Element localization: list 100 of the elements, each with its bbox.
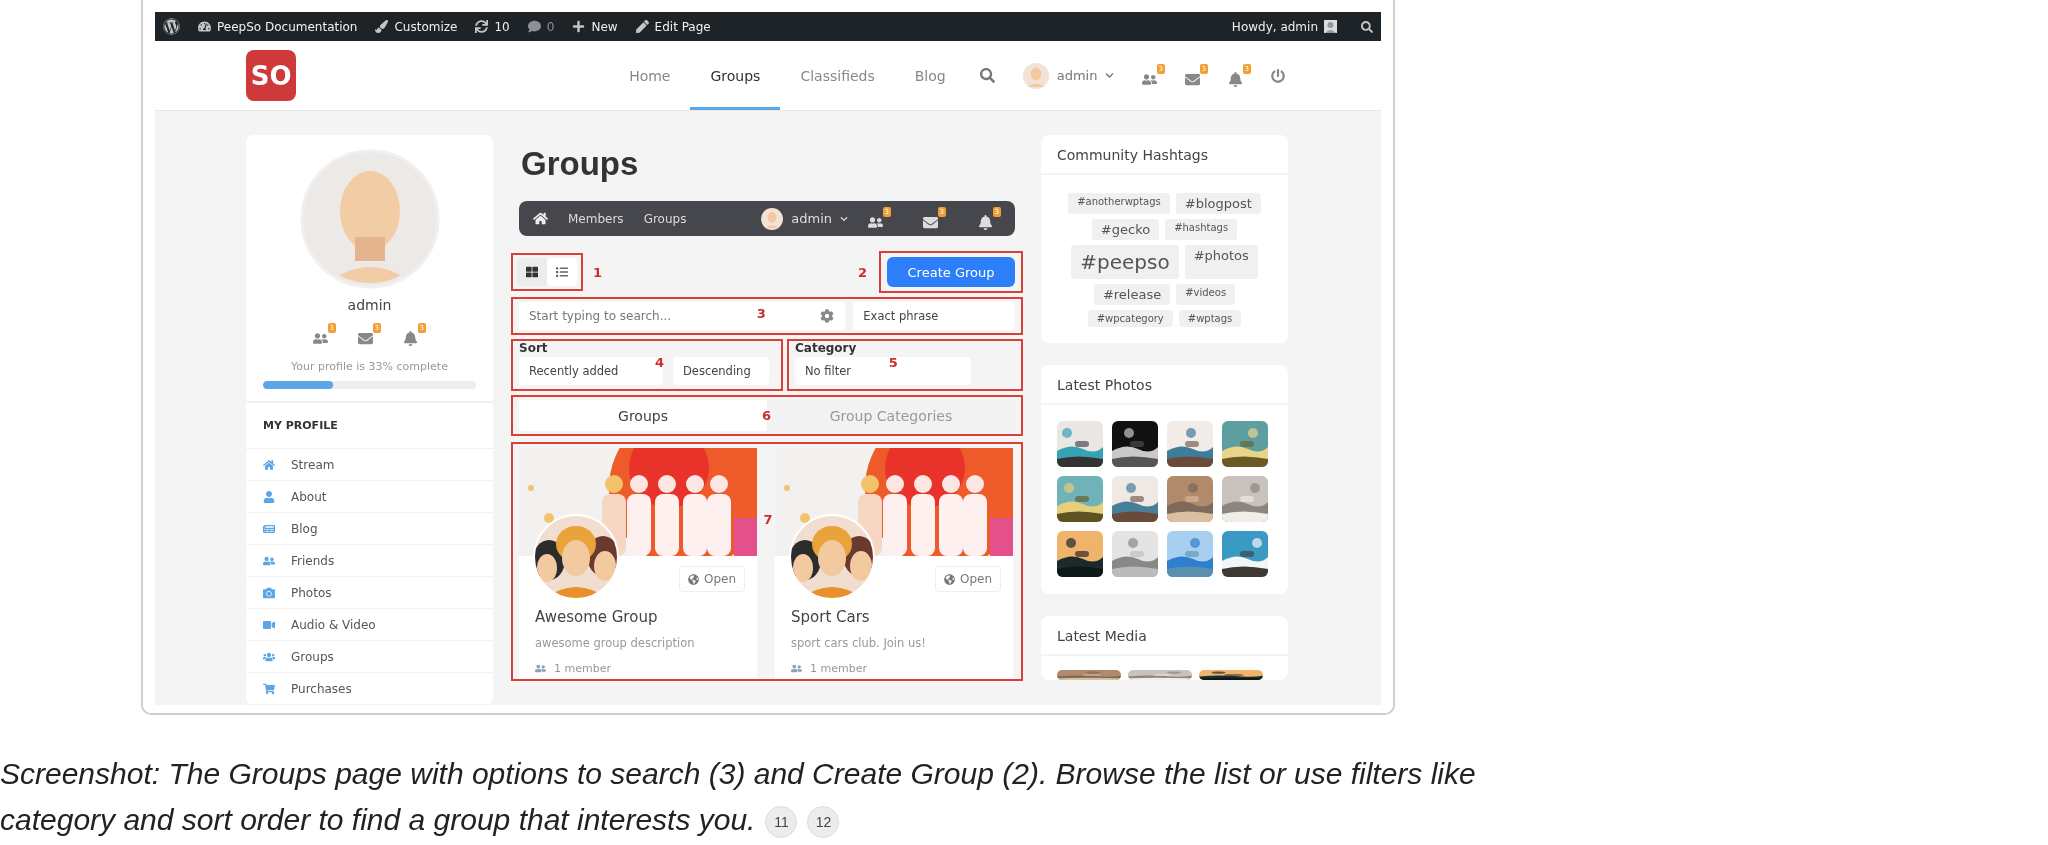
members-icon — [791, 663, 802, 674]
footnote-link[interactable]: 12 — [807, 806, 840, 839]
nav-link[interactable]: Members — [568, 211, 624, 226]
logo[interactable]: SO — [246, 50, 297, 101]
hashtag[interactable]: #videos — [1176, 284, 1236, 305]
nav-link[interactable]: Blog — [894, 41, 966, 110]
nav-link[interactable]: Classifieds — [780, 41, 895, 110]
bell-icon[interactable] — [403, 331, 418, 346]
user-icon — [263, 490, 275, 503]
admin-bar-link[interactable]: Edit Page — [654, 19, 711, 34]
card-title: Community Hashtags — [1041, 135, 1288, 175]
search-icon[interactable] — [1361, 20, 1373, 33]
caption: Screenshot: The Groups page with options to search (3) and Create Group (2). Browse the list or use filters like category and sort order to find a group that interests you. 11 12 — [0, 751, 1500, 843]
category-label: Category — [795, 341, 858, 355]
video-icon — [263, 618, 275, 631]
annotation-number: 7 — [763, 512, 773, 528]
member-count: 1 member — [810, 662, 867, 675]
annotation-number: 1 — [593, 264, 603, 280]
refresh-icon[interactable] — [475, 20, 489, 33]
annotation-number: 5 — [888, 355, 898, 371]
list-icon[interactable] — [547, 258, 577, 286]
members-icon — [535, 663, 546, 674]
friends-icon — [263, 554, 275, 567]
hashtag[interactable]: #wpcategory — [1087, 310, 1173, 327]
settings-icon — [819, 309, 834, 323]
nav-link[interactable]: Groups — [643, 211, 687, 226]
hashtag[interactable]: #release — [1093, 284, 1171, 305]
home-icon — [263, 458, 275, 471]
envelope-icon[interactable] — [358, 331, 373, 346]
admin-bar-link[interactable]: 10 — [494, 19, 510, 34]
greeting-link[interactable]: Howdy, admin — [1231, 19, 1318, 34]
pen-icon[interactable] — [635, 20, 649, 33]
hashtag[interactable]: #wptags — [1178, 310, 1242, 327]
settings-button[interactable] — [808, 302, 846, 330]
menu-item[interactable]: Friends — [246, 545, 493, 577]
user-menu[interactable]: admin — [1022, 62, 1115, 89]
friends-icon[interactable] — [1142, 72, 1157, 87]
avatar-icon — [299, 149, 440, 289]
bell-icon[interactable] — [978, 215, 993, 230]
envelope-icon[interactable] — [1185, 72, 1200, 87]
group-name[interactable]: Sport Cars — [775, 592, 1013, 626]
hashtag[interactable]: #hashtags — [1165, 219, 1238, 240]
menu-item[interactable]: About — [246, 481, 493, 513]
power-icon[interactable] — [1271, 68, 1285, 83]
wordpress-logo-icon[interactable] — [163, 18, 180, 35]
plus-icon[interactable] — [572, 20, 586, 33]
admin-bar-link[interactable]: 0 — [546, 19, 555, 34]
newspaper-icon — [263, 522, 275, 535]
avatar-icon — [761, 207, 784, 230]
user-menu[interactable]: admin — [761, 207, 848, 230]
globe-icon — [687, 573, 699, 585]
menu-item[interactable]: Stream — [246, 449, 493, 481]
camera-icon — [263, 586, 275, 599]
envelope-icon[interactable] — [923, 215, 938, 230]
menu-item[interactable]: Groups — [246, 641, 493, 673]
nav-link[interactable]: Home — [609, 41, 691, 110]
profile-name: admin — [347, 297, 392, 313]
admin-bar-link[interactable]: Customize — [394, 19, 458, 34]
hashtag[interactable]: #gecko — [1091, 219, 1160, 240]
cart-icon — [263, 682, 275, 695]
hashtag[interactable]: #peepso — [1071, 245, 1179, 279]
admin-bar-link[interactable]: PeepSo Documentation — [217, 19, 358, 34]
admin-bar-link[interactable]: New — [591, 19, 618, 34]
hashtag[interactable]: #photos — [1184, 245, 1258, 279]
search-icon[interactable] — [979, 68, 995, 83]
grid-icon[interactable] — [517, 258, 547, 286]
hashtag[interactable]: #blogpost — [1175, 193, 1261, 214]
group-description: sport cars club. Join us! — [790, 635, 927, 650]
friends-icon[interactable] — [868, 215, 883, 230]
footnote-link[interactable]: 11 — [765, 806, 798, 839]
avatar-icon — [1022, 62, 1049, 89]
dashboard-icon[interactable] — [198, 20, 211, 33]
create-group-button[interactable]: Create Group — [887, 257, 1015, 287]
page-title: Groups — [521, 145, 640, 183]
brush-icon[interactable] — [375, 20, 389, 33]
privacy-label: Open — [934, 566, 1001, 592]
annotation-number: 3 — [756, 306, 766, 322]
home-icon[interactable] — [533, 211, 548, 226]
globe-icon — [943, 573, 955, 585]
comment-icon[interactable] — [527, 20, 541, 33]
menu-item[interactable]: Photos — [246, 577, 493, 609]
order-select[interactable]: Descending — [673, 357, 769, 385]
card-title: Latest Media — [1041, 616, 1288, 656]
group-name[interactable]: Awesome Group — [519, 592, 757, 626]
menu-heading: MY PROFILE — [246, 403, 493, 449]
annotation-number: 2 — [857, 264, 867, 280]
bell-icon[interactable] — [1228, 72, 1243, 87]
hashtag[interactable]: #anotherwptags — [1068, 193, 1170, 214]
annotation-number: 4 — [655, 355, 665, 371]
nav-link[interactable]: Groups — [690, 41, 781, 110]
caret-icon — [1105, 71, 1115, 80]
menu-item[interactable]: Audio & Video — [246, 609, 493, 641]
users-icon — [263, 650, 275, 663]
friends-icon[interactable] — [313, 331, 328, 346]
card-title: Latest Photos — [1041, 365, 1288, 405]
profile-completion: Your profile is 33% complete — [291, 360, 448, 373]
menu-item[interactable]: Blog — [246, 513, 493, 545]
search-mode-select[interactable]: Exact phrase — [853, 302, 1015, 330]
menu-item[interactable]: Purchases — [246, 673, 493, 705]
group-description: awesome group description — [534, 635, 696, 650]
